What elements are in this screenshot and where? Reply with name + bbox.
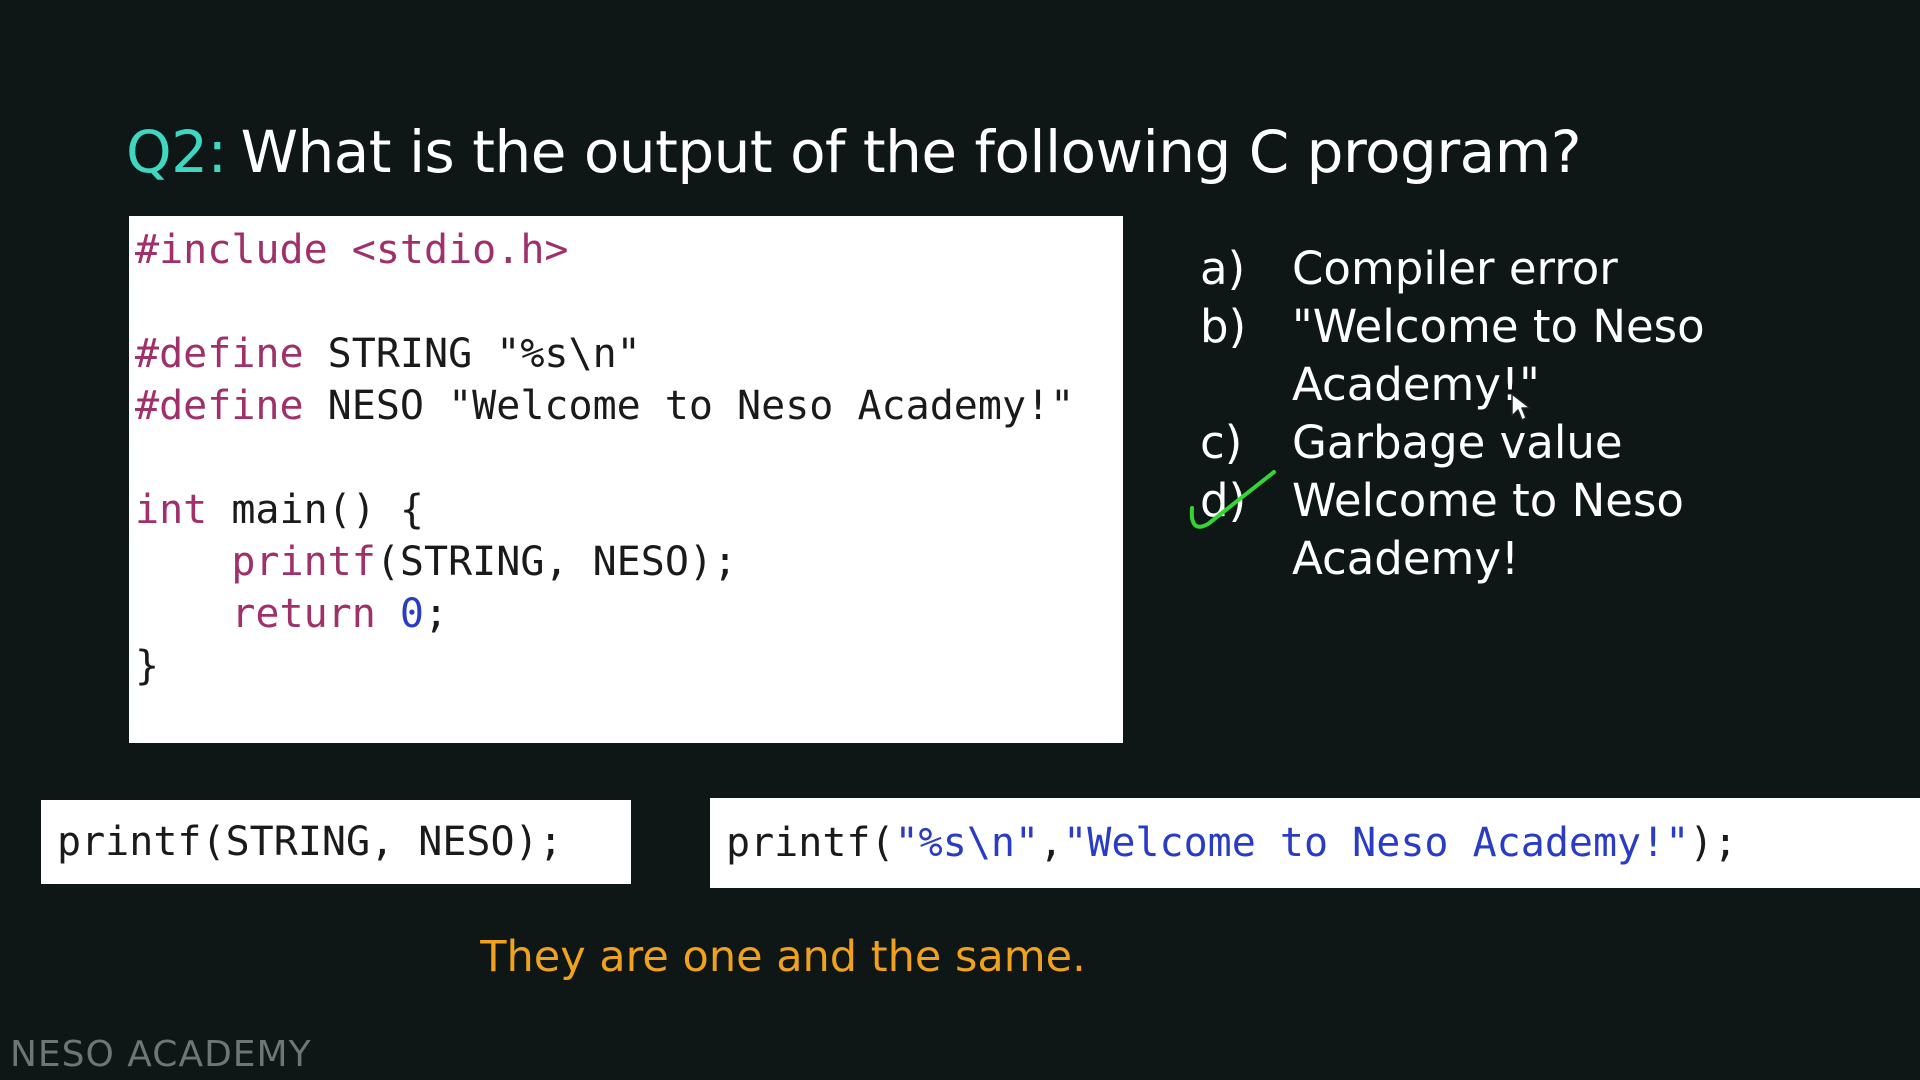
- question-number: Q2:: [126, 118, 227, 186]
- code-panel: #include <stdio.h> #define STRING "%s\n"…: [129, 216, 1123, 743]
- printf-separator: ,: [1039, 820, 1064, 866]
- option-letter: d): [1200, 474, 1247, 527]
- answer-options: a) Compiler error b) "Welcome to Neso Ac…: [1189, 240, 1712, 588]
- option-text: Garbage value: [1292, 416, 1623, 469]
- code-line-define-neso: NESO "Welcome to Neso Academy!": [303, 383, 1075, 429]
- code-semicolon: ;: [424, 591, 449, 637]
- code-printf-call: printf: [231, 539, 376, 585]
- option-letter: b): [1200, 300, 1247, 353]
- watermark-logo: NESO ACADEMY: [10, 1034, 312, 1075]
- question-text: What is the output of the following C pr…: [240, 118, 1582, 186]
- option-d[interactable]: d) Welcome to Neso Academy!: [1189, 470, 1712, 588]
- code-return-value: 0: [399, 591, 425, 637]
- option-a[interactable]: a) Compiler error: [1200, 240, 1712, 298]
- printf-fn: printf(: [726, 820, 895, 866]
- printf-end: );: [1689, 820, 1738, 866]
- code-line-printf-args: (STRING, NESO);: [375, 539, 738, 585]
- code-line-include: #include <stdio.h>: [135, 227, 569, 273]
- code-int-keyword: int: [135, 487, 208, 533]
- printf-macro-call: printf(STRING, NESO);: [57, 819, 563, 865]
- code-closing-brace: }: [135, 643, 160, 689]
- code-line-define-string: STRING "%s\n": [303, 331, 641, 377]
- option-letter: a): [1200, 242, 1246, 295]
- mouse-pointer-icon: [1511, 393, 1531, 421]
- option-letter-correct: d): [1189, 470, 1292, 588]
- caption: They are one and the same.: [480, 932, 1086, 982]
- option-text: Compiler error: [1292, 242, 1618, 295]
- printf-string-literal: "Welcome to Neso Academy!": [1063, 820, 1690, 866]
- option-b[interactable]: b) "Welcome to Neso Academy!": [1200, 298, 1712, 414]
- code-return-keyword: return: [231, 591, 376, 637]
- printf-macro-box: printf(STRING, NESO);: [41, 800, 631, 884]
- code-block: #include <stdio.h> #define STRING "%s\n"…: [135, 224, 1074, 692]
- code-define-keyword: #define: [135, 383, 304, 429]
- code-define-keyword: #define: [135, 331, 304, 377]
- question-heading: Q2: What is the output of the following C…: [126, 118, 1582, 186]
- option-text: Welcome to Neso Academy!: [1292, 474, 1684, 585]
- option-letter: c): [1200, 416, 1243, 469]
- option-text: "Welcome to Neso Academy!": [1292, 300, 1705, 411]
- option-c[interactable]: c) Garbage value: [1200, 414, 1712, 472]
- printf-format-literal: "%s\n": [894, 820, 1040, 866]
- printf-expanded-box: printf("%s\n", "Welcome to Neso Academy!…: [710, 798, 1920, 888]
- code-line-main: main() {: [207, 487, 424, 533]
